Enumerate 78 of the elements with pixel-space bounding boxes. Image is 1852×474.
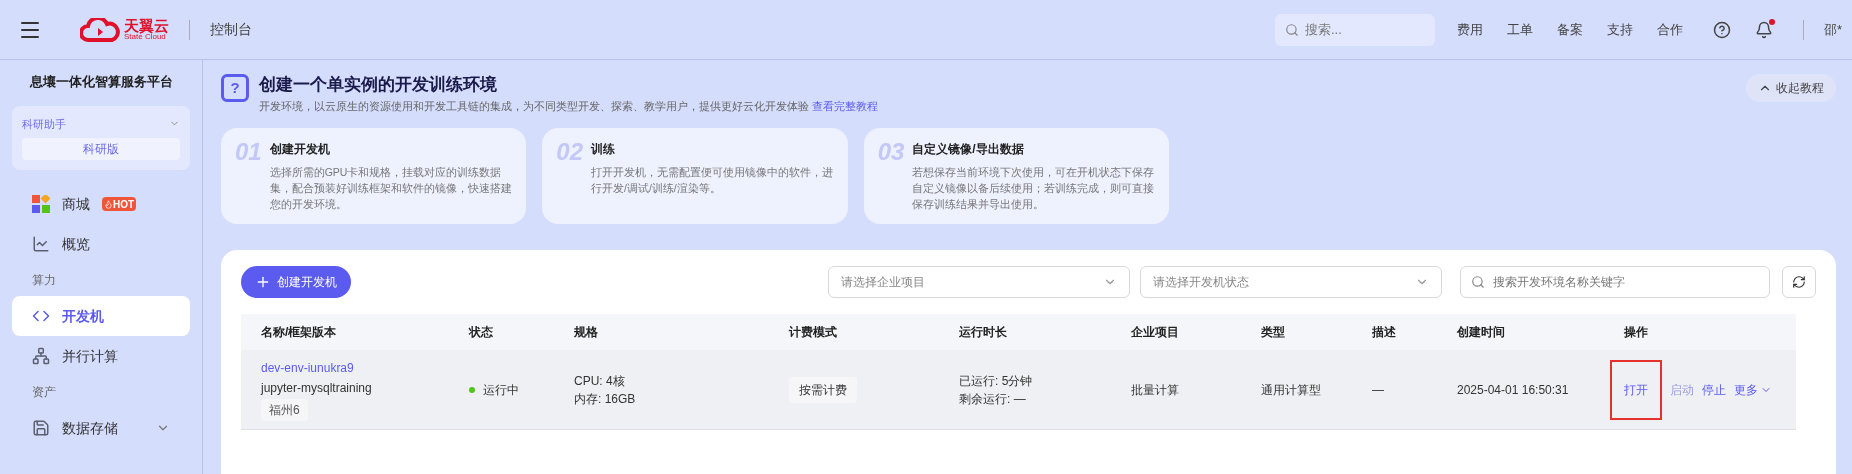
table-cell-text: 2025-04-01 16:50:31 bbox=[1457, 381, 1570, 399]
section-label: 算力 bbox=[31, 272, 57, 289]
collapse-tutorial-button[interactable]: 收起教程 bbox=[1746, 74, 1836, 102]
step-description: 若想保存当前环境下次使用，可在开机状态下保存自定义镜像以备后续使用；若训练完成，则可直接保存训练结果并导出使用。 bbox=[912, 165, 1155, 212]
column-header: 操作 bbox=[1624, 324, 1649, 341]
column-header: 计费模式 bbox=[789, 324, 838, 341]
sidebar-item[interactable]: 概览 bbox=[12, 224, 190, 264]
column-header: 企业项目 bbox=[1131, 324, 1180, 341]
sidebar-item[interactable]: 开发机 bbox=[12, 296, 190, 336]
search-icon bbox=[1471, 275, 1485, 289]
billing-tag: 按需计费 bbox=[789, 376, 857, 403]
table-cell-text: — bbox=[1372, 381, 1385, 399]
step-description: 打开开发机，无需配置便可使用镜像中的软件，进行开发/调试/训练/渲染等。 bbox=[591, 165, 834, 196]
action-link[interactable]: 更多 bbox=[1734, 380, 1772, 399]
cloud-logo-icon bbox=[80, 17, 120, 42]
sidebar-item-label: 开发机 bbox=[62, 306, 104, 326]
action-link[interactable]: 停止 bbox=[1702, 380, 1726, 399]
table-cell-text: 已运行: 5分钟 bbox=[959, 372, 1034, 390]
sidebar-item-label: 商城 bbox=[62, 194, 90, 214]
nav-link[interactable]: 备案 bbox=[1556, 19, 1583, 40]
section-label: 资产 bbox=[31, 384, 57, 401]
chart-icon bbox=[32, 235, 50, 253]
step-title: 创建开发机 bbox=[269, 141, 331, 158]
instance-link[interactable]: dev-env-iunukra9 bbox=[261, 358, 354, 377]
refresh-button[interactable] bbox=[1782, 266, 1816, 298]
select-field[interactable]: 请选择开发机状态 bbox=[1140, 266, 1442, 298]
app-grid-icon bbox=[32, 195, 50, 213]
column-header: 规格 bbox=[574, 324, 599, 341]
step-description: 选择所需的GPU卡和规格，挂载对应的训练数据集，配合预装好训练框架和软件的镜像，快速搭建您的开发环境。 bbox=[269, 165, 513, 212]
table-cell-text: 剩余运行: — bbox=[959, 390, 1027, 408]
sidebar-item[interactable]: 商城 HOT bbox=[12, 184, 190, 224]
assistant-label: 科研助手 bbox=[22, 116, 66, 132]
nav-link[interactable]: 工单 bbox=[1506, 19, 1533, 40]
refresh-icon bbox=[1792, 275, 1806, 289]
action-link[interactable]: 打开 bbox=[1610, 359, 1662, 420]
status-text: 运行中 bbox=[483, 381, 519, 399]
banner-description: 开发环境，以云原生的资源使用和开发工具链的集成，为不同类型开发、探索、教学用户，提供更好云化开发体验 查看完整教程 bbox=[259, 98, 879, 114]
region-tag: 福州6 bbox=[261, 398, 308, 421]
select-field[interactable]: 请选择企业项目 bbox=[828, 266, 1130, 298]
nav-link[interactable]: 支持 bbox=[1606, 19, 1633, 40]
brand-name: 天翼云 bbox=[124, 18, 169, 33]
column-header: 描述 bbox=[1372, 324, 1397, 341]
platform-title: 息壤一体化智算服务平台 bbox=[28, 73, 174, 91]
sidebar-item-label: 数据存储 bbox=[62, 418, 118, 438]
hierarchy-icon bbox=[32, 347, 50, 365]
search-field[interactable]: 搜索开发环境名称关键字 bbox=[1460, 266, 1770, 298]
sidebar-item-label: 概览 bbox=[62, 234, 90, 254]
step-title: 训练 bbox=[591, 141, 617, 158]
sidebar-item[interactable]: 数据存储 bbox=[12, 408, 190, 448]
nav-link[interactable]: 费用 bbox=[1456, 19, 1483, 40]
table-cell-text: jupyter-mysqltraining bbox=[261, 379, 372, 397]
console-title: 控制台 bbox=[210, 20, 252, 39]
sidebar-item-label: 并行计算 bbox=[62, 346, 118, 366]
search-icon bbox=[1284, 22, 1299, 37]
sidebar-item[interactable]: 并行计算 bbox=[12, 336, 190, 376]
column-header: 名称/框架版本 bbox=[261, 324, 338, 341]
search-field[interactable]: 搜索... bbox=[1274, 13, 1435, 46]
plus-icon bbox=[255, 274, 271, 290]
banner-title: 创建一个单实例的开发训练环境 bbox=[259, 74, 498, 96]
create-button[interactable]: 创建开发机 bbox=[241, 266, 351, 298]
help-icon[interactable] bbox=[1712, 20, 1731, 39]
column-header: 创建时间 bbox=[1457, 324, 1506, 341]
question-icon: ? bbox=[221, 74, 249, 102]
nav-link[interactable]: 合作 bbox=[1656, 19, 1683, 40]
edition-button[interactable]: 科研版 bbox=[22, 138, 180, 160]
column-header: 类型 bbox=[1261, 324, 1286, 341]
column-header: 状态 bbox=[469, 324, 494, 341]
column-header: 运行时长 bbox=[959, 324, 1008, 341]
user-name[interactable]: 邵* bbox=[1823, 19, 1842, 40]
table-cell-text: 通用计算型 bbox=[1261, 381, 1322, 399]
brand-subtitle: State Cloud bbox=[124, 33, 166, 41]
step-title: 自定义镜像/导出数据 bbox=[912, 141, 1025, 158]
table-cell-text: CPU: 4核 bbox=[574, 372, 626, 390]
table-cell-text: 批量计算 bbox=[1131, 381, 1180, 399]
notification-button[interactable] bbox=[1754, 20, 1773, 39]
tutorial-link[interactable]: 查看完整教程 bbox=[812, 99, 879, 112]
table-cell-text: 内存: 16GB bbox=[574, 390, 637, 408]
hot-badge: HOT bbox=[102, 197, 137, 211]
